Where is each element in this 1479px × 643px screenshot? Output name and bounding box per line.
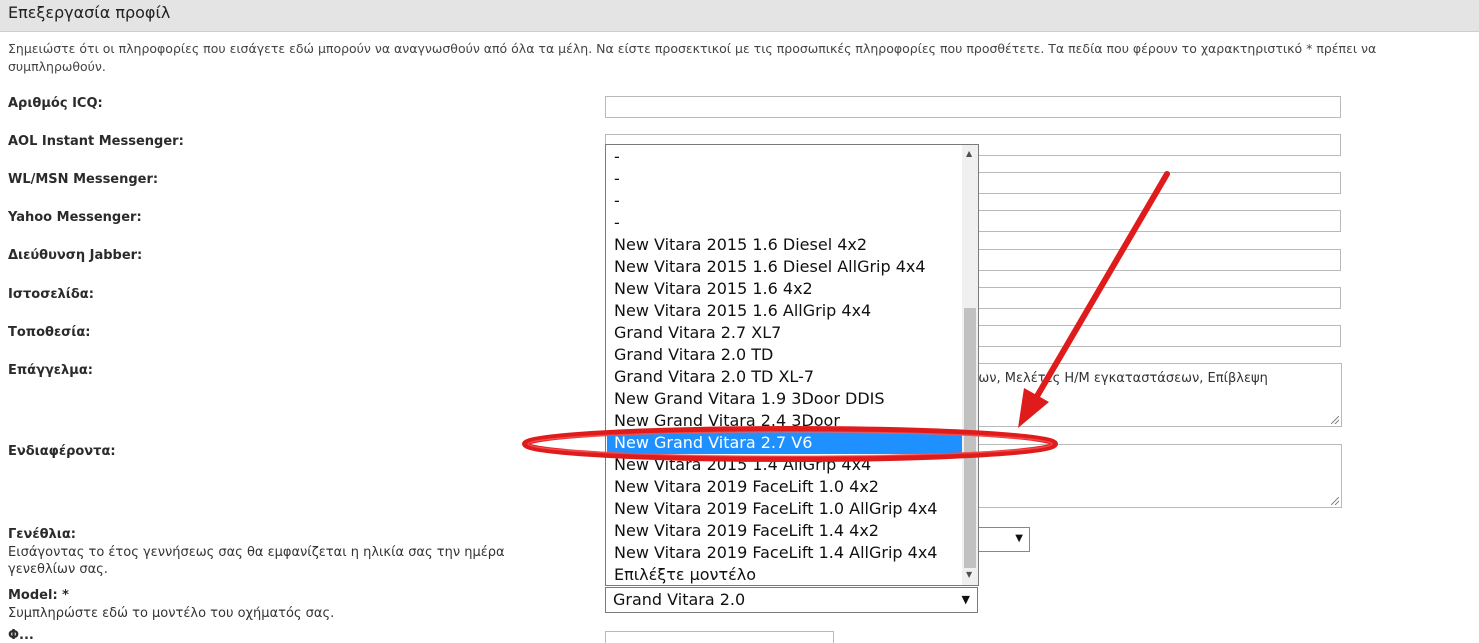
model-option[interactable]: New Vitara 2019 FaceLift 1.0 AllGrip 4x4 [607,498,963,520]
icq-input[interactable] [605,96,1341,118]
model-option[interactable]: New Vitara 2015 1.4 AllGrip 4x4 [607,454,963,476]
model-option[interactable]: New Vitara 2015 1.6 AllGrip 4x4 [607,300,963,322]
scrollbar[interactable]: ▲ ▼ [962,145,978,585]
next-field-input[interactable] [605,631,834,643]
model-option[interactable]: - [607,190,963,212]
birthday-year-select[interactable]: ▼ [970,527,1030,552]
model-help-text: Συμπληρώστε εδώ το μοντέλο του οχήματός … [8,606,335,621]
panel-header: Επεξεργασία προφίλ [0,0,1479,32]
msn-label: WL/MSN Messenger: [8,172,159,187]
model-select[interactable]: Grand Vitara 2.0 ▼ [605,587,978,613]
birthday-help-text: Εισάγοντας το έτος γεννήσεως σας θα εμφα… [8,545,505,577]
model-option[interactable]: Επιλέξτε μοντέλο [607,564,963,585]
model-option[interactable]: - [607,146,963,168]
scrollbar-thumb[interactable] [964,308,976,568]
model-option[interactable]: Grand Vitara 2.7 XL7 [607,322,963,344]
birthday-label: Γενέθλια: [8,527,76,542]
icq-label: Αριθμός ICQ: [8,96,103,111]
model-label: Model: * [8,588,69,603]
model-option[interactable]: New Vitara 2015 1.6 Diesel AllGrip 4x4 [607,256,963,278]
model-option[interactable]: - [607,212,963,234]
chevron-down-icon: ▼ [1015,533,1023,544]
model-option[interactable]: New Grand Vitara 2.4 3Door [607,410,963,432]
model-dropdown-list[interactable]: - - - - New Vitara 2015 1.6 Diesel 4x2 New Vi… [605,144,979,586]
resize-handle-icon[interactable] [1331,497,1339,505]
model-option[interactable]: New Grand Vitara 1.9 3Door DDIS [607,388,963,410]
page-title: Επεξεργασία προφίλ [8,3,171,22]
model-option-selected[interactable]: New Grand Vitara 2.7 V6 [607,432,963,454]
website-label: Ιστοσελίδα: [8,287,94,302]
model-option[interactable]: Grand Vitara 2.0 TD XL-7 [607,366,963,388]
aol-label: AOL Instant Messenger: [8,134,184,149]
resize-handle-icon[interactable] [1331,416,1339,424]
model-option[interactable]: New Vitara 2019 FaceLift 1.0 4x2 [607,476,963,498]
interests-label: Ενδιαφέροντα: [8,444,116,459]
scroll-down-icon[interactable]: ▼ [966,570,972,579]
profile-notice: Σημειώστε ότι οι πληροφορίες που εισάγετ… [8,41,1377,74]
model-option[interactable]: New Vitara 2019 FaceLift 1.4 4x2 [607,520,963,542]
scroll-up-icon[interactable]: ▲ [966,149,972,158]
model-option[interactable]: New Vitara 2019 FaceLift 1.4 AllGrip 4x4 [607,542,963,564]
occupation-value: ίων, Μελέτες Η/Μ εγκαταστάσεων, Επίβλεψη [974,371,1268,386]
chevron-down-icon: ▼ [961,593,970,606]
location-label: Τοποθεσία: [8,325,91,340]
model-option[interactable]: New Vitara 2015 1.6 Diesel 4x2 [607,234,963,256]
model-option[interactable]: - [607,168,963,190]
model-option[interactable]: Grand Vitara 2.0 TD [607,344,963,366]
jabber-label: Διεύθυνση Jabber: [8,248,143,263]
occupation-label: Επάγγελμα: [8,363,93,378]
yahoo-label: Yahoo Messenger: [8,210,142,225]
model-select-value: Grand Vitara 2.0 [613,590,746,609]
model-option[interactable]: New Vitara 2015 1.6 4x2 [607,278,963,300]
